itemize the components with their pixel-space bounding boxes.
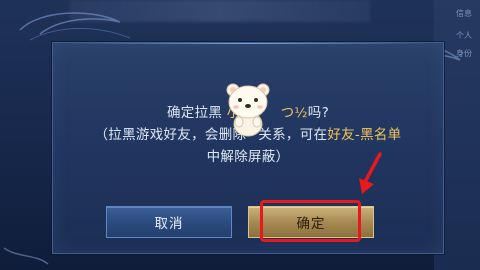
- swirl-decoration-bottom-left: [3, 247, 49, 265]
- cancel-button[interactable]: 取消: [106, 206, 232, 238]
- side-panel-item: 信息: [456, 9, 472, 18]
- red-arrow-icon: [359, 152, 382, 194]
- message-prefix: 确定拉黑: [166, 105, 227, 121]
- blacklist-path: 好友-黑名单: [327, 127, 402, 143]
- game-screen: 信息 个人 身份 确定拉黑 小つ½吗? （拉黑游戏好友，会删除关系，可在好友-黑…: [0, 0, 480, 270]
- player-name-end: つ½: [280, 105, 308, 121]
- confirm-button[interactable]: 确定: [248, 206, 374, 238]
- bear-sticker-icon: [226, 83, 270, 137]
- message-suffix: 吗?: [307, 105, 330, 121]
